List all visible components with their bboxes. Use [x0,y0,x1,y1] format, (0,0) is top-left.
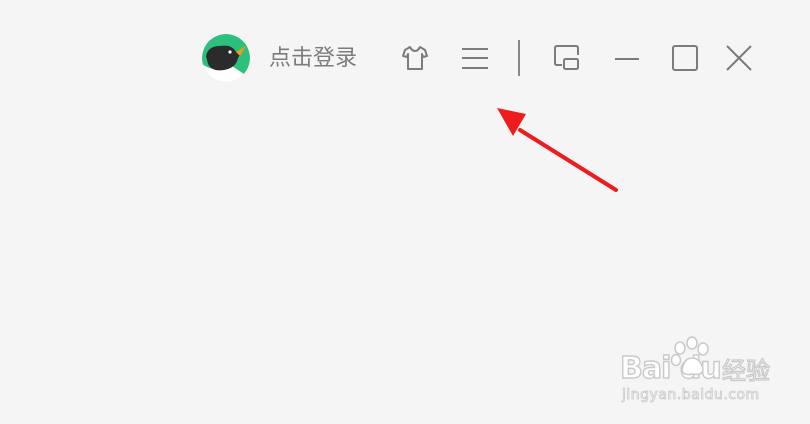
skin-button[interactable] [398,41,432,75]
minimize-icon [615,58,639,60]
close-icon [726,45,752,71]
minimize-button[interactable] [610,41,644,75]
close-button[interactable] [722,41,756,75]
tshirt-icon [402,46,428,70]
main-menu-button[interactable] [458,41,492,75]
titlebar-divider [518,40,520,76]
login-link[interactable]: 点击登录 [269,44,357,74]
hamburger-menu-icon [462,48,488,69]
baidu-jingyan-watermark: Bai du 经验 jingyan.baidu.com [618,336,778,410]
title-bar: 点击登录 [196,30,766,90]
paw-icon [670,336,709,376]
watermark-url: jingyan.baidu.com [622,387,760,404]
user-avatar[interactable] [202,34,250,82]
maximize-icon [672,45,698,71]
mini-mode-icon [554,45,579,70]
red-arrow-annotation [497,108,618,192]
mini-mode-button[interactable] [550,41,584,75]
app-window: 点击登录 Bai du 经验 jingyan.baidu.com [0,0,810,424]
watermark-product: 经验 [721,356,770,385]
bird-avatar-icon [202,34,250,82]
maximize-button[interactable] [668,41,702,75]
